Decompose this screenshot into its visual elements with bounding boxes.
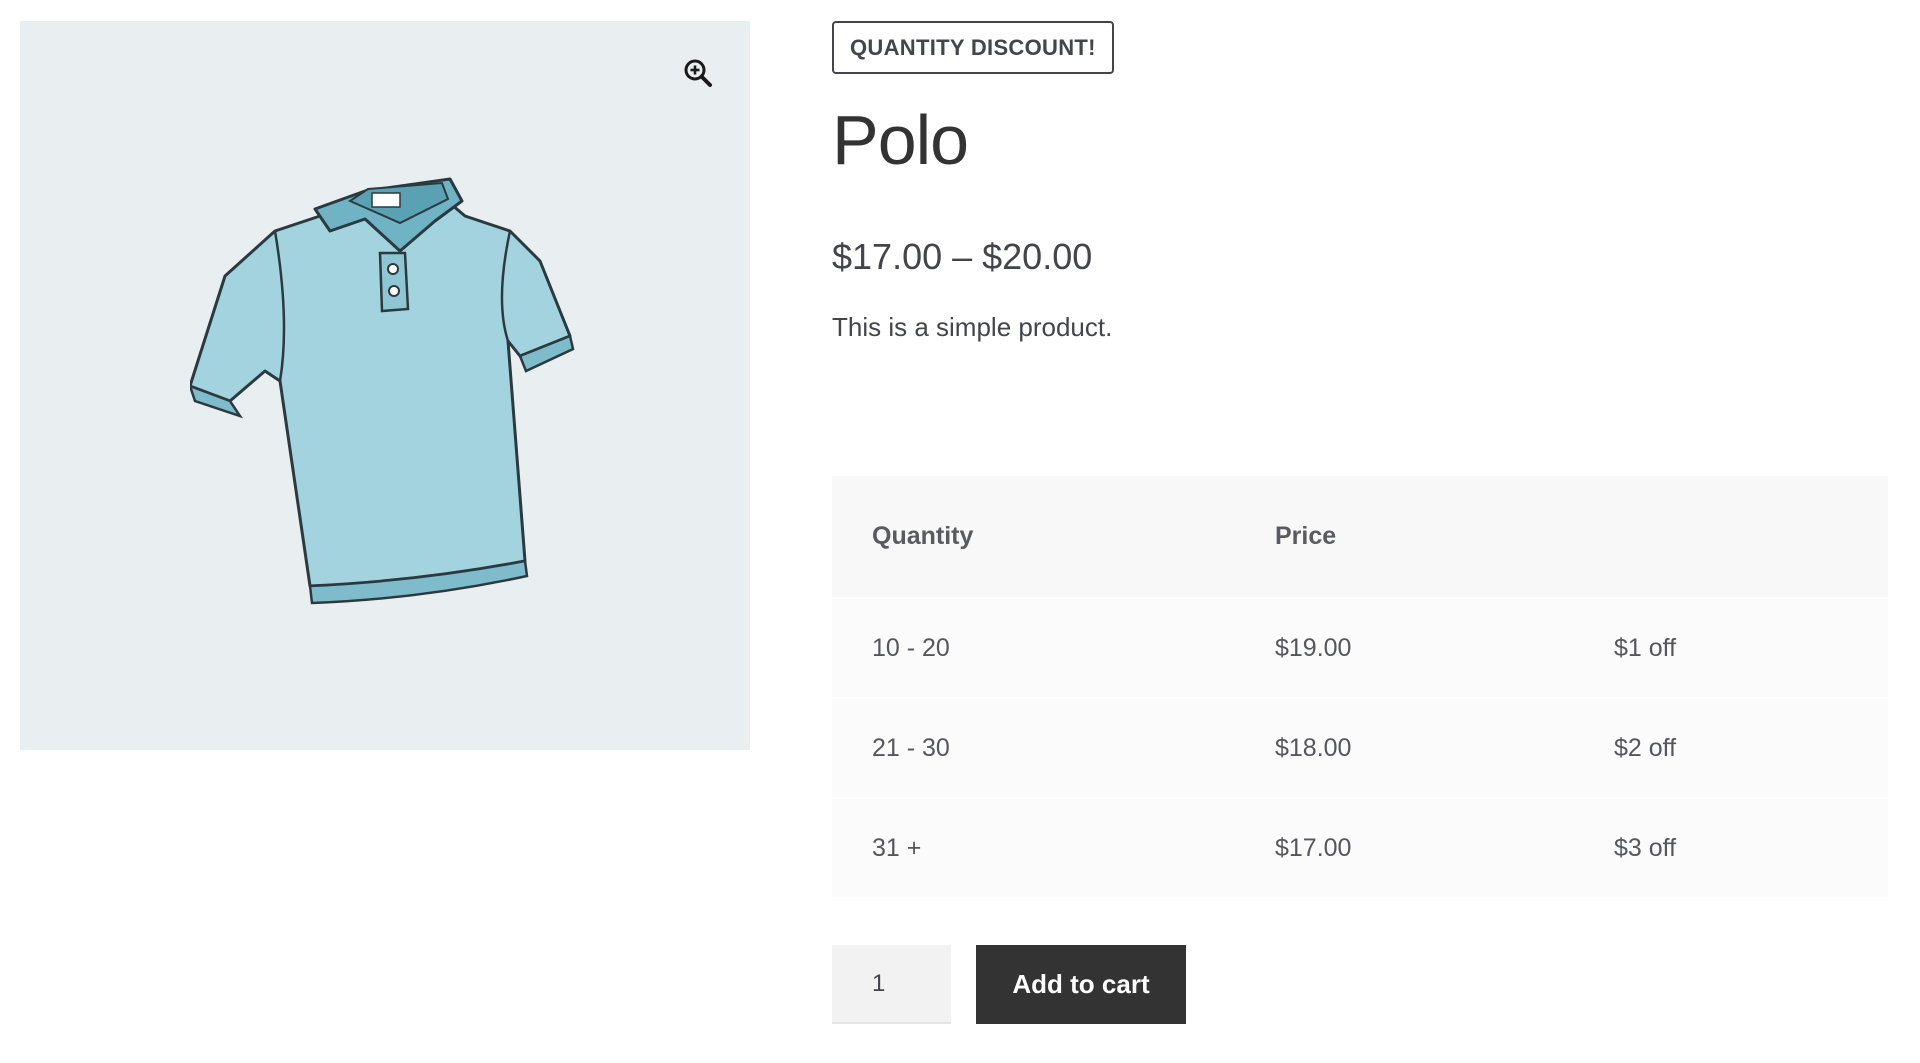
- product-title: Polo: [832, 101, 969, 179]
- row-quantity: 21 - 30: [872, 733, 950, 762]
- add-to-cart-button[interactable]: Add to cart: [976, 945, 1186, 1024]
- table-header-row: Quantity Price: [832, 476, 1888, 599]
- zoom-icon[interactable]: [678, 53, 718, 93]
- product-price-range: $17.00 – $20.00: [832, 236, 1093, 277]
- table-row: 10 - 20 $19.00 $1 off: [832, 599, 1888, 699]
- row-discount: $1 off: [1614, 633, 1677, 662]
- product-description: This is a simple product.: [832, 312, 1113, 342]
- row-price: $19.00: [1275, 633, 1352, 662]
- product-gallery[interactable]: [20, 21, 750, 750]
- header-quantity: Quantity: [872, 522, 974, 550]
- row-quantity: 10 - 20: [872, 633, 950, 662]
- row-quantity: 31 +: [872, 833, 922, 862]
- quantity-pricing-table: Quantity Price 10 - 20 $19.00 $1 off 21 …: [832, 476, 1888, 899]
- header-price: Price: [1275, 522, 1337, 550]
- row-discount: $2 off: [1614, 733, 1677, 762]
- polo-shirt-image: [190, 177, 575, 605]
- table-row: 21 - 30 $18.00 $2 off: [832, 699, 1888, 799]
- row-discount: $3 off: [1614, 833, 1677, 862]
- quantity-input[interactable]: [832, 945, 951, 1024]
- product-page: QUANTITY DISCOUNT! Polo $17.00 – $20.00 …: [0, 0, 1920, 1063]
- table-row: 31 + $17.00 $3 off: [832, 799, 1888, 899]
- quantity-discount-badge: QUANTITY DISCOUNT!: [832, 21, 1114, 74]
- row-price: $17.00: [1275, 833, 1352, 862]
- row-price: $18.00: [1275, 733, 1352, 762]
